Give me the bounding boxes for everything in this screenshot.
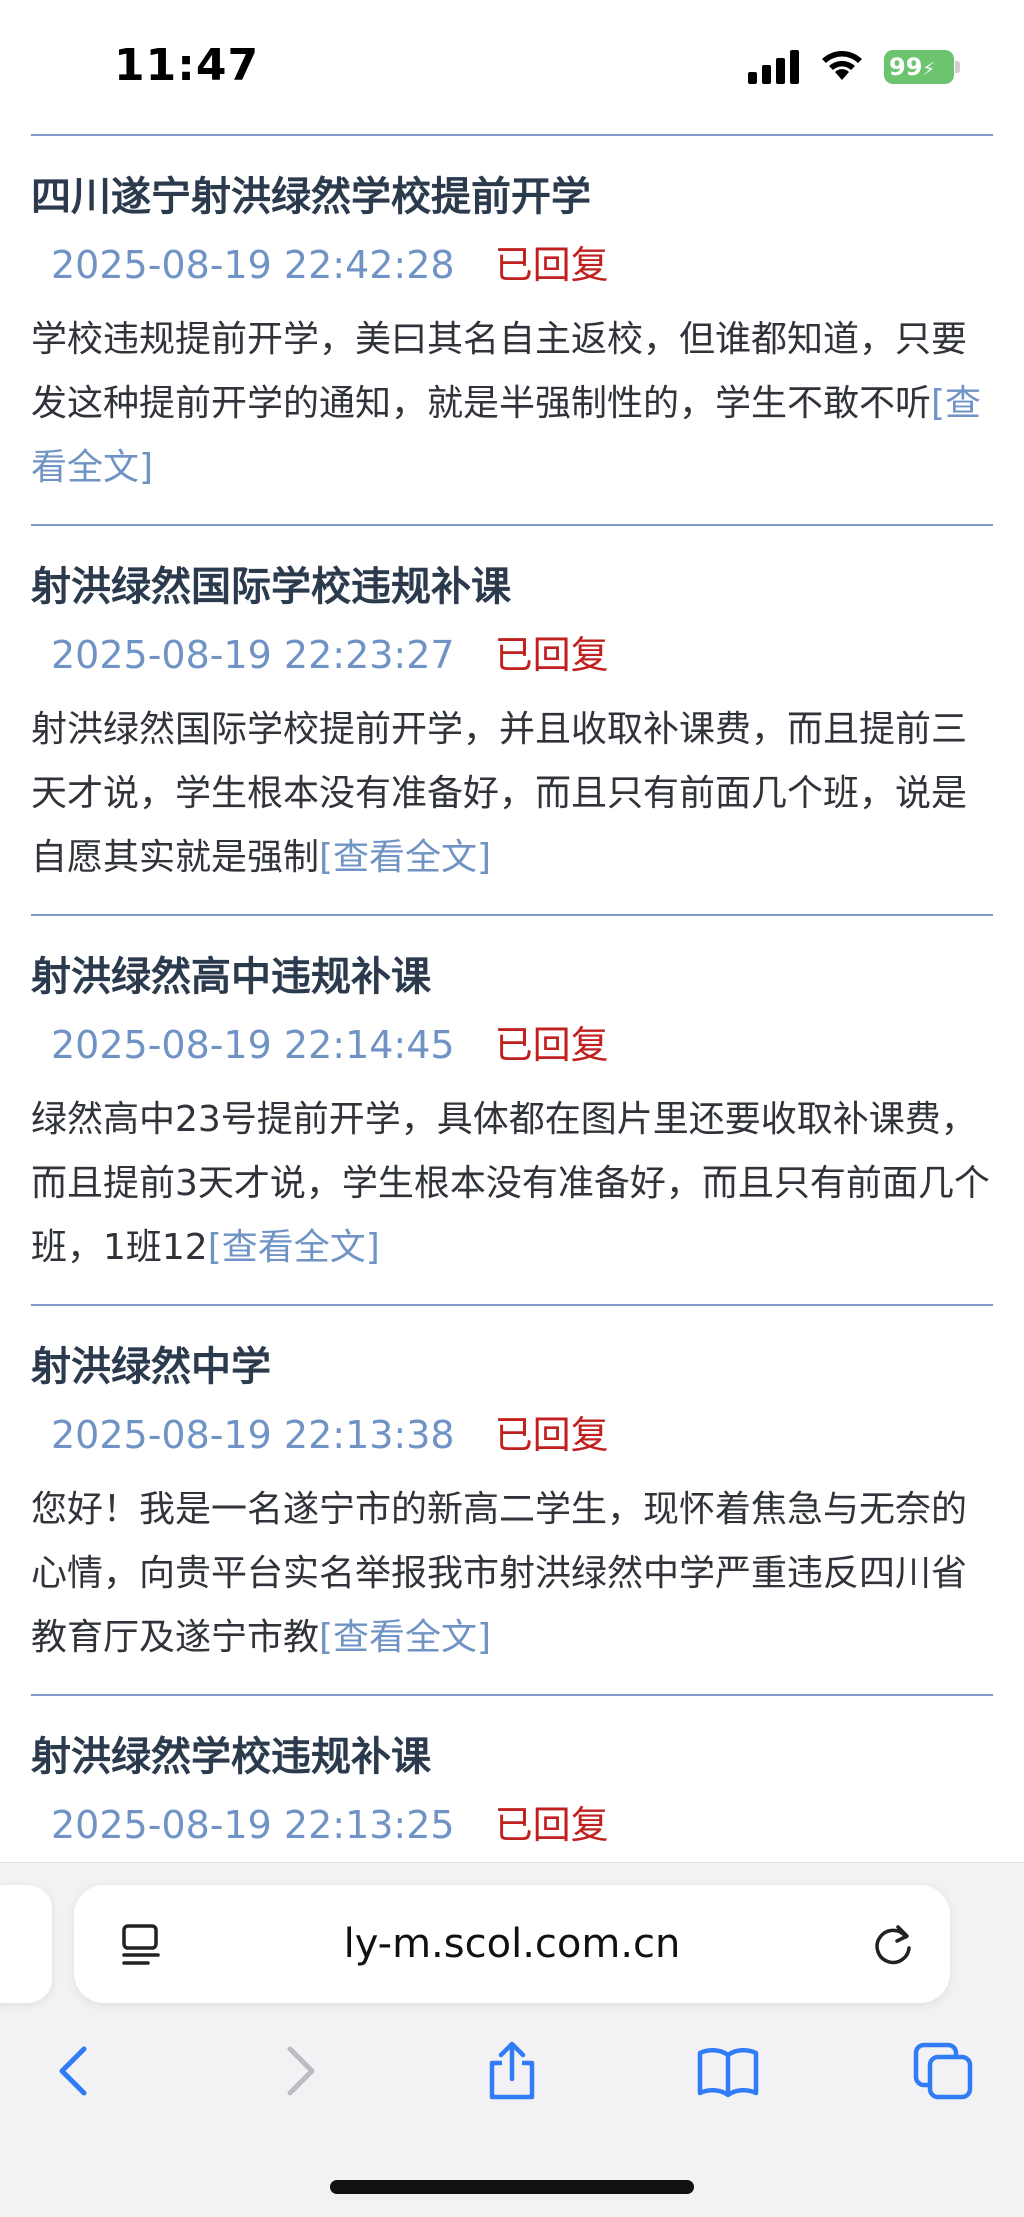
- post-date: 2025-08-19 22:13:38: [51, 1413, 455, 1457]
- status-bar: 11:47 99⚡: [0, 0, 1024, 132]
- post-status-badge: 已回复: [494, 243, 609, 287]
- url-text[interactable]: ly-m.scol.com.cn: [74, 1921, 950, 1967]
- post-excerpt: 您好！我是一名遂宁市的新高二学生，现怀着焦急与无奈的心情，向贵平台实名举报我市射…: [31, 1478, 993, 1670]
- post-date: 2025-08-19 22:42:28: [51, 243, 455, 287]
- post-title[interactable]: 四川遂宁射洪绿然学校提前开学: [31, 164, 591, 222]
- status-time: 11:47: [114, 40, 260, 91]
- post-list: 四川遂宁射洪绿然学校提前开学 2025-08-19 22:42:28 已回复 学校…: [31, 134, 993, 1864]
- read-more-link[interactable]: [查看全文]: [208, 1227, 380, 1268]
- post-meta: 2025-08-19 22:13:25 已回复: [51, 1794, 609, 1849]
- post-title[interactable]: 射洪绿然中学: [31, 1334, 271, 1392]
- post-status-badge: 已回复: [494, 633, 609, 677]
- post-title[interactable]: 射洪绿然学校违规补课: [31, 1724, 431, 1782]
- read-more-link[interactable]: [查看全文]: [319, 1617, 491, 1658]
- share-icon[interactable]: [480, 2039, 544, 2103]
- post-excerpt: 射洪绿然国际学校提前开学，并且收取补课费，而且提前三天才说，学生根本没有准备好，…: [31, 698, 993, 890]
- post-status-badge: 已回复: [494, 1413, 609, 1457]
- post-date: 2025-08-19 22:14:45: [51, 1023, 455, 1067]
- reload-icon[interactable]: [870, 1921, 916, 1967]
- post-status-badge: 已回复: [494, 1023, 609, 1067]
- forward-icon[interactable]: [266, 2039, 330, 2103]
- post-item[interactable]: 射洪绿然国际学校违规补课 2025-08-19 22:23:27 已回复 射洪绿然…: [31, 524, 993, 914]
- post-item[interactable]: 射洪绿然高中违规补课 2025-08-19 22:14:45 已回复 绿然高中23…: [31, 914, 993, 1304]
- post-excerpt-text: 学校违规提前开学，美曰其名自主返校，但谁都知道，只要发这种提前开学的通知，就是半…: [31, 319, 968, 424]
- post-meta: 2025-08-19 22:23:27 已回复: [51, 624, 609, 679]
- home-indicator: [330, 2180, 694, 2194]
- wifi-icon: [822, 51, 862, 80]
- tabs-icon[interactable]: [912, 2039, 976, 2103]
- bookmarks-icon[interactable]: [696, 2039, 760, 2103]
- previous-tab-card[interactable]: [0, 1885, 52, 2003]
- post-title[interactable]: 射洪绿然国际学校违规补课: [31, 554, 511, 612]
- post-meta: 2025-08-19 22:13:38 已回复: [51, 1404, 609, 1459]
- battery-icon: 99⚡: [884, 50, 954, 84]
- post-excerpt-text: 您好！我是一名遂宁市的新高二学生，现怀着焦急与无奈的心情，向贵平台实名举报我市射…: [31, 1489, 968, 1658]
- post-excerpt: 学校违规提前开学，美曰其名自主返校，但谁都知道，只要发这种提前开学的通知，就是半…: [31, 308, 993, 500]
- post-excerpt-text: 射洪绿然国际学校提前开学，并且收取补课费，而且提前三天才说，学生根本没有准备好，…: [31, 709, 968, 878]
- post-status-badge: 已回复: [494, 1803, 609, 1847]
- post-item[interactable]: 四川遂宁射洪绿然学校提前开学 2025-08-19 22:42:28 已回复 学校…: [31, 134, 993, 524]
- battery-level: 99: [889, 53, 923, 81]
- read-more-link[interactable]: [查看全文]: [319, 837, 491, 878]
- post-item[interactable]: 射洪绿然学校违规补课 2025-08-19 22:13:25 已回复: [31, 1694, 993, 1864]
- back-icon[interactable]: [44, 2039, 108, 2103]
- battery-cap: [955, 61, 960, 73]
- post-meta: 2025-08-19 22:42:28 已回复: [51, 234, 609, 289]
- post-excerpt: 绿然高中23号提前开学，具体都在图片里还要收取补课费，而且提前3天才说，学生根本…: [31, 1088, 993, 1280]
- cellular-signal-icon: [748, 50, 799, 84]
- post-item[interactable]: 射洪绿然中学 2025-08-19 22:13:38 已回复 您好！我是一名遂宁市…: [31, 1304, 993, 1694]
- address-bar[interactable]: ly-m.scol.com.cn: [74, 1885, 950, 2003]
- post-meta: 2025-08-19 22:14:45 已回复: [51, 1014, 609, 1069]
- browser-toolbar: ly-m.scol.com.cn: [0, 1862, 1024, 2217]
- post-title[interactable]: 射洪绿然高中违规补课: [31, 944, 431, 1002]
- post-date: 2025-08-19 22:23:27: [51, 633, 455, 677]
- post-excerpt-text: 绿然高中23号提前开学，具体都在图片里还要收取补课费，而且提前3天才说，学生根本…: [31, 1099, 990, 1268]
- post-date: 2025-08-19 22:13:25: [51, 1803, 455, 1847]
